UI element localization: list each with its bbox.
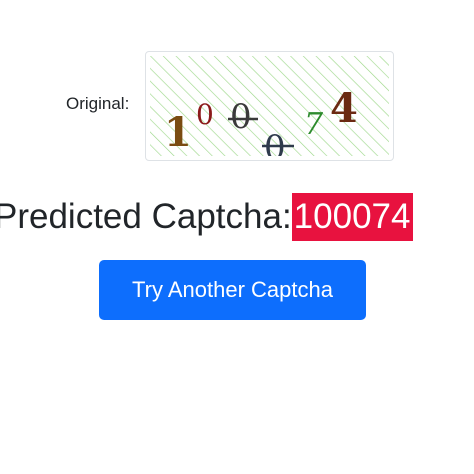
captcha-char-3: 0 [230,97,252,137]
captcha-image-frame: 1 0 0 0 7 4 [145,51,394,161]
predicted-captcha-label: Predicted Captcha: [0,197,292,236]
predicted-captcha-value: 100074 [291,193,414,241]
captcha-image: 1 0 0 0 7 4 [150,56,389,156]
captcha-result-page: Original: 1 0 0 0 7 4 Predicted Captcha:… [0,0,474,474]
captcha-char-1: 1 [164,109,192,156]
prediction-row: Predicted Captcha:100074 [0,193,414,241]
try-another-captcha-button[interactable]: Try Another Captcha [99,260,366,320]
original-label: Original: [66,94,130,113]
captcha-char-5: 7 [304,107,324,142]
captcha-char-2: 0 [196,98,214,131]
captcha-char-4: 0 [264,128,286,156]
captcha-char-6: 4 [330,85,358,132]
